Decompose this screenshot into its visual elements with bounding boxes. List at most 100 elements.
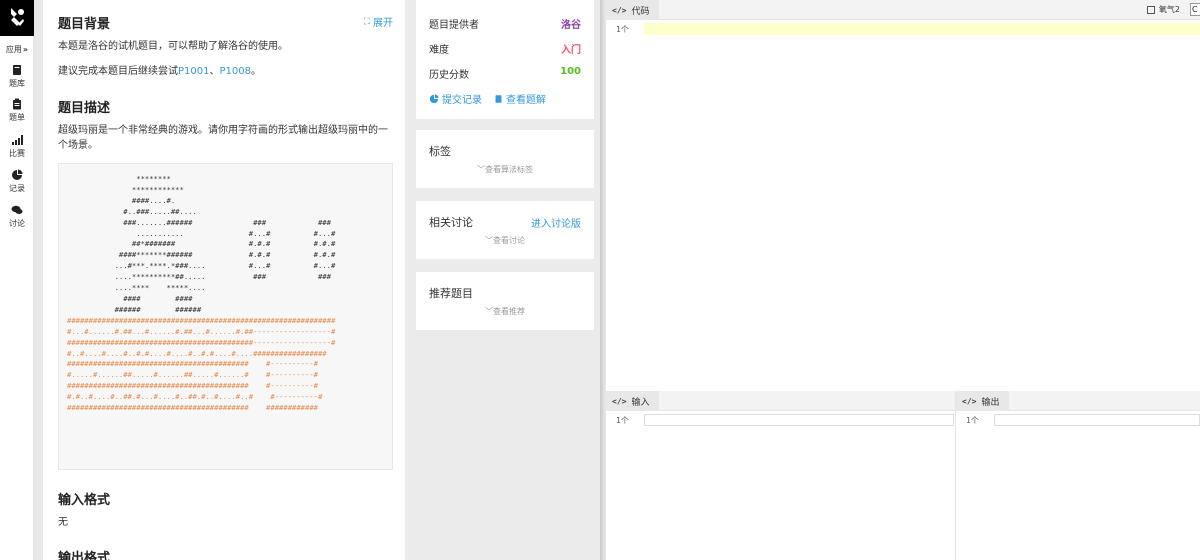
input-format-text: 无 — [58, 517, 68, 528]
code-tab-label: 代码 — [631, 6, 650, 17]
book-icon — [495, 94, 502, 103]
background-title: 题目背景 — [58, 17, 111, 32]
input-line-number: 1个 — [616, 416, 629, 425]
code-line-number: 1个 — [616, 25, 629, 34]
difficulty-value: 入门 — [561, 45, 581, 56]
nav-item-problems[interactable]: 题库 — [0, 64, 34, 89]
ascii-line-ground: ########################################… — [67, 315, 336, 325]
output-tabbar: </> 输出 — [956, 391, 1200, 411]
submit-records-label: 提交记录 — [442, 95, 482, 106]
luogu-logo-icon — [11, 8, 24, 26]
ascii-line: ....**** *****.... — [114, 283, 206, 293]
ascii-line-ground: ########################################… — [67, 403, 318, 413]
output-format-title: 输出格式 — [58, 551, 111, 560]
link-p1008[interactable]: P1008 — [219, 66, 250, 77]
clipboard-icon — [13, 98, 21, 110]
code-editor-line[interactable] — [644, 23, 1200, 35]
view-solution-link[interactable]: 查看题解 — [494, 91, 546, 106]
ascii-line-ground: ########################################… — [67, 381, 318, 391]
tags-title: 标签 — [429, 145, 451, 158]
signal-bars-icon — [12, 135, 23, 145]
expand-label: 展开 — [373, 18, 393, 29]
o2-checkbox[interactable] — [1146, 5, 1155, 14]
language-select[interactable]: C — [1190, 3, 1200, 16]
output-editor[interactable] — [994, 414, 1200, 426]
double-chevron-right-icon: » — [22, 45, 29, 54]
discuss-sub-label: 查看讨论 — [493, 236, 525, 245]
ascii-line-ground: ########################################… — [67, 359, 318, 369]
nav-item-lists[interactable]: 题单 — [0, 98, 34, 123]
recommend-sub-label: 查看推荐 — [493, 307, 525, 316]
code-tab[interactable]: </> 代码 — [606, 0, 660, 20]
description-line2: 个场景。 — [58, 140, 98, 151]
ascii-line: ####*******###### #.#.# #.#.# — [118, 250, 336, 260]
ascii-line: #..###.....##.... — [123, 206, 197, 216]
nav-item-label: 比赛 — [9, 149, 25, 158]
input-tab[interactable]: </> 输入 — [606, 391, 660, 411]
book-icon — [13, 65, 21, 75]
difficulty-label: 难度 — [429, 45, 449, 56]
suggest-prefix: 建议完成本题目后继续尝试 — [58, 66, 178, 77]
ascii-art-text: ******** ************ ####....#. #..###.… — [59, 164, 392, 414]
provider-label: 题目提供者 — [429, 20, 479, 31]
ide-panel: </> 代码 氧气2 C 1个 </> 输入 1个 </> 输出 1个 — [606, 0, 1200, 560]
chat-bubbles-icon — [11, 205, 23, 214]
nav-item-label: 讨论 — [9, 219, 25, 228]
ascii-line: ........... #...# #...# — [136, 228, 336, 238]
score-row: 历史分数 100 — [429, 66, 581, 81]
recommend-toggle[interactable]: ﹀查看推荐 — [416, 306, 594, 317]
tags-toggle[interactable]: ﹀查看算法标签 — [416, 164, 594, 175]
ascii-line: ************ — [131, 184, 184, 194]
app-menu-button[interactable]: 应用 » — [0, 44, 34, 55]
nav-item-label: 题单 — [9, 113, 25, 122]
description-title: 题目描述 — [58, 101, 111, 116]
nav-item-records[interactable]: 记录 — [0, 169, 34, 194]
problem-panel: 题目背景 ⛶ 展开 本题是洛谷的试机题目，可以帮助了解洛谷的使用。 建议完成本题… — [43, 0, 405, 560]
expand-button[interactable]: ⛶ 展开 — [363, 14, 393, 30]
input-editor[interactable] — [644, 414, 954, 426]
nav-item-contests[interactable]: 比赛 — [0, 134, 34, 159]
code-icon: </> — [962, 396, 977, 406]
link-p1001[interactable]: P1001 — [178, 66, 209, 77]
ascii-line: ##*####### #.#.# #.#.# — [131, 239, 336, 249]
chevron-down-icon: ﹀ — [477, 165, 485, 174]
ascii-line: ******** — [136, 174, 171, 183]
o2-toggle[interactable]: 氧气2 — [1146, 4, 1180, 15]
nav-item-discuss[interactable]: 讨论 — [0, 204, 34, 229]
suggest-suffix: 。 — [250, 66, 261, 77]
view-solution-label: 查看题解 — [506, 95, 546, 106]
expand-icon: ⛶ — [363, 16, 370, 27]
background-text: 本题是洛谷的试机题目，可以帮助了解洛谷的使用。 — [58, 41, 288, 52]
output-tab[interactable]: </> 输出 — [956, 391, 1010, 411]
tags-sub-label: 查看算法标签 — [485, 165, 533, 174]
output-pane: </> 输出 1个 — [956, 391, 1200, 560]
ascii-line-ground: #.#..#....#..##.#...#....#..##.#..#....#… — [67, 392, 323, 402]
suggest-text: 建议完成本题目后继续尝试P1001、P1008。 — [58, 63, 261, 81]
chevron-down-icon: ﹀ — [485, 307, 493, 316]
ascii-art-block: ******** ************ ####....#. #..###.… — [58, 163, 393, 470]
ascii-line-ground: ########################################… — [67, 337, 336, 347]
pie-chart-icon — [429, 93, 439, 103]
discuss-toggle[interactable]: ﹀查看讨论 — [416, 235, 594, 246]
app-menu-label: 应用 — [5, 45, 22, 54]
discuss-title: 相关讨论 — [429, 216, 473, 229]
ascii-line: ....**********##..... ### ### — [114, 272, 331, 282]
nav-item-label: 题库 — [9, 79, 25, 88]
tags-card: 标签 ﹀查看算法标签 — [416, 130, 594, 188]
input-format-title: 输入格式 — [58, 493, 111, 508]
ascii-line-ground: #...#......#.##...#......#.##...#......#… — [67, 326, 336, 336]
enter-discuss-link[interactable]: 进入讨论版 — [531, 215, 581, 230]
recommend-title: 推荐题目 — [429, 287, 473, 300]
code-icon: </> — [612, 396, 627, 406]
description-line1: 超级玛丽是一个非常经典的游戏。请你用字符画的形式输出超级玛丽中的一 — [58, 125, 388, 136]
submit-records-link[interactable]: 提交记录 — [429, 91, 482, 106]
ascii-line: ####....#. — [131, 195, 176, 205]
ascii-line-ground: #..#....#....#..#.#....#....#..#.#....#.… — [67, 348, 327, 358]
provider-row: 题目提供者 洛谷 — [429, 16, 581, 31]
code-editor[interactable] — [606, 36, 1200, 391]
chevron-down-icon: ﹀ — [485, 236, 493, 245]
luogu-logo[interactable] — [0, 0, 34, 36]
score-label: 历史分数 — [429, 70, 469, 81]
provider-value[interactable]: 洛谷 — [561, 16, 581, 31]
problem-info-card: 题目提供者 洛谷 难度 入门 历史分数 100 提交记录 查看题解 — [416, 0, 594, 119]
